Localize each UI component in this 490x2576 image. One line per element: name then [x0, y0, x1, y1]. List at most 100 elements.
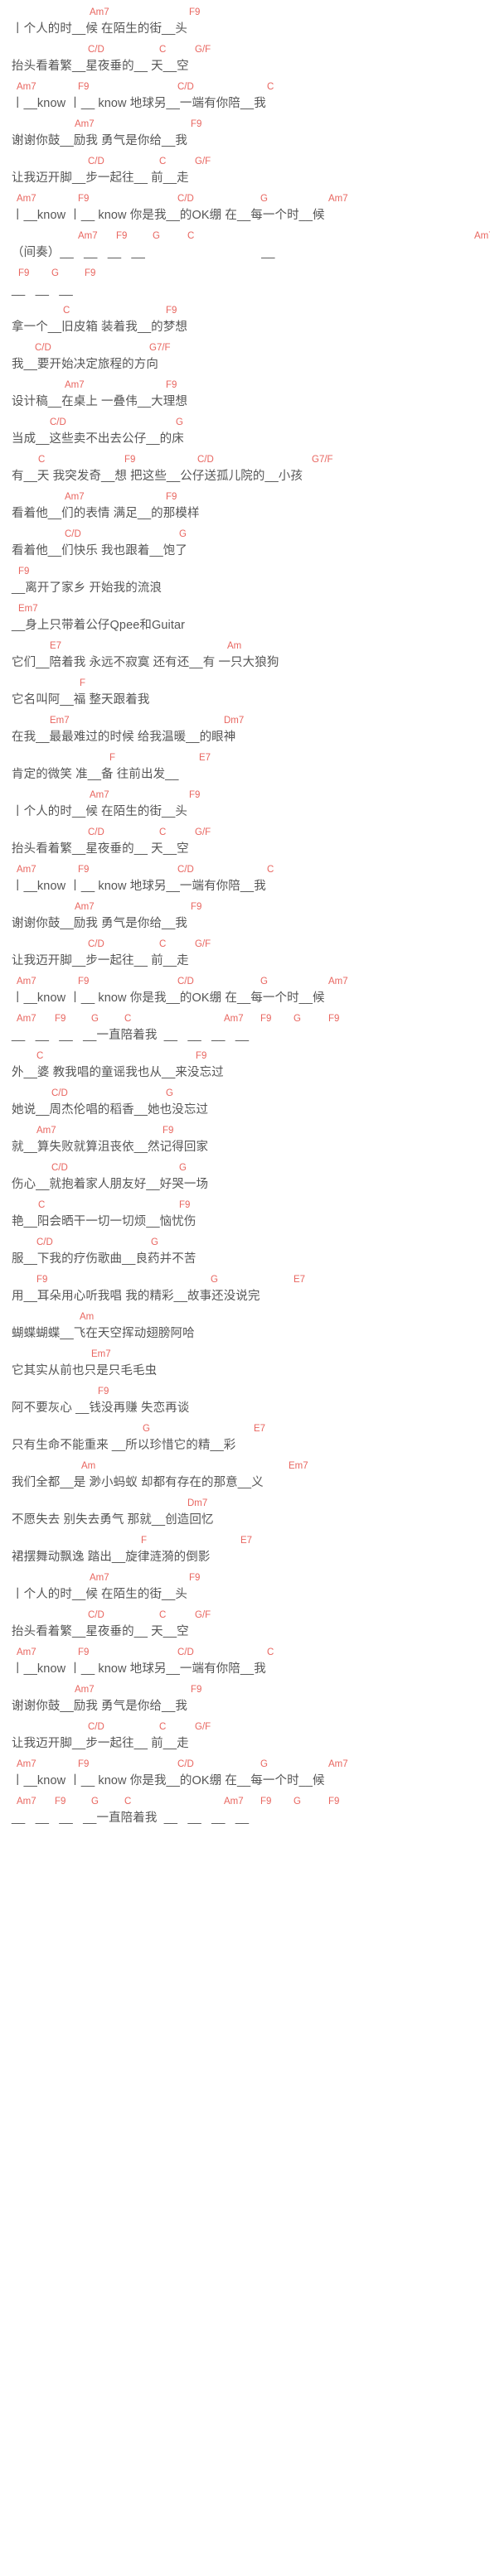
chord-row: C F9	[12, 1199, 490, 1213]
chord-row: Am7 F9 G C Am7 F9 G F9	[12, 1013, 490, 1027]
chord-label: C/D	[65, 529, 81, 539]
chord-label: F9	[166, 306, 177, 316]
chord-label: Am7	[328, 977, 348, 987]
lyric-row: 它们__陪着我 永远不寂寞 还有还__有 一只大狼狗	[12, 656, 279, 669]
chord-lyric-line: F9 G E7 用__耳朵用心听我唱 我的精彩__故事还没说完	[0, 1274, 490, 1311]
chord-label: C/D	[35, 343, 51, 353]
chord-lyric-line: Am 蝴蝶蝴蝶__飞在天空挥动翅膀阿哈	[0, 1311, 490, 1348]
chord-lyric-line: Am7 F9 G C Am7 F9 G F9 __ __ __ __一直陪着我 __ __ __…	[0, 1013, 490, 1050]
chord-row: C/D G	[12, 417, 490, 431]
lyric-row: 让我迈开脚__步一起往__ 前__走	[12, 1737, 189, 1750]
chord-label: G	[153, 231, 160, 241]
chord-row: C/D C G/F	[12, 156, 490, 170]
chord-label: C/D	[88, 827, 104, 837]
chord-label: F	[80, 678, 86, 688]
lyric-row: 让我迈开脚__步一起往__ 前__走	[12, 954, 189, 967]
chord-label: C/D	[177, 865, 194, 875]
chord-label: G	[294, 1014, 301, 1024]
chord-label: C/D	[177, 1759, 194, 1769]
lyric-row: 丨个人的时__候 在陌生的街__头	[12, 22, 187, 36]
chord-label: Am7	[224, 1014, 244, 1024]
lyric-row: 丨__know 丨__ know 地球另__一端有你陪__我	[12, 97, 266, 110]
chord-label: G	[294, 1797, 301, 1807]
chord-label: F9	[78, 977, 90, 987]
chord-label: Am7	[17, 194, 36, 204]
chord-label: Am7	[328, 1759, 348, 1769]
chord-label: Em7	[289, 1461, 308, 1471]
chord-label: Am7	[90, 7, 109, 17]
chord-row: F9 G F9	[12, 268, 490, 282]
lyric-row: 她说__周杰伦唱的稻香__她也没忘过	[12, 1103, 209, 1117]
chord-label: E7	[199, 753, 211, 763]
chord-label: Am7	[17, 865, 36, 875]
chord-lyric-line: Am7 F9 就__算失败就算沮丧依__然记得回家	[0, 1125, 490, 1162]
chord-lyric-line: Am7 F9 丨个人的时__候 在陌生的街__头	[0, 1572, 490, 1609]
chord-lyric-line: C/D C G/F 抬头看着繁__星夜垂的__ 天__空	[0, 1609, 490, 1647]
lyric-row: 抬头看着繁__星夜垂的__ 天__空	[12, 1625, 189, 1638]
chord-lyric-line: C/D C G/F 让我迈开脚__步一起往__ 前__走	[0, 938, 490, 976]
chord-label: F9	[124, 455, 136, 465]
chord-label: C/D	[88, 939, 104, 949]
chord-label: G	[91, 1797, 99, 1807]
lyric-row: 看着他__们快乐 我也跟着__饱了	[12, 544, 187, 557]
chord-lyric-line: Am7 F9 看着他__们的表情 满足__的那模样	[0, 491, 490, 528]
chord-row: Em7 Dm7	[12, 715, 490, 729]
chord-label: C	[38, 1200, 46, 1210]
chord-label: G	[166, 1088, 173, 1098]
chord-row: E7 Am	[12, 640, 490, 654]
chord-lyric-line: Am7 F9 丨个人的时__候 在陌生的街__头	[0, 789, 490, 827]
chord-row: Am7 F9	[12, 1684, 490, 1698]
chord-lyric-line: Em7 它其实从前也只是只毛毛虫	[0, 1348, 490, 1386]
chord-label: F9	[78, 865, 90, 875]
chord-label: Am7	[78, 231, 98, 241]
chord-row: Am Em7	[12, 1460, 490, 1474]
chord-label: E7	[254, 1424, 266, 1434]
lyric-row: 丨__know 丨__ know 你是我__的OK绷 在__每一个时__候	[12, 209, 325, 222]
lyric-row: 它名叫阿__福 整天跟着我	[12, 693, 150, 707]
chord-label: G	[143, 1424, 150, 1434]
chord-row: C F9	[12, 305, 490, 319]
chord-label: C/D	[177, 194, 194, 204]
chord-label: Em7	[91, 1349, 111, 1359]
chord-label: G	[211, 1275, 218, 1285]
chord-label: G/F	[195, 1610, 211, 1620]
chord-row: F	[12, 678, 490, 692]
lyric-row: 丨__know 丨__ know 地球另__一端有你陪__我	[12, 1662, 266, 1676]
chord-label: C/D	[88, 45, 104, 55]
chord-sheet: Am7 F9 丨个人的时__候 在陌生的街__头 C/D C G/F 抬头看着繁__星夜垂的…	[0, 0, 490, 1841]
chord-row: F E7	[12, 1535, 490, 1549]
chord-label: C	[267, 82, 274, 92]
chord-label: F9	[191, 119, 202, 129]
chord-label: G/F	[195, 1722, 211, 1732]
chord-label: Am7	[75, 902, 95, 912]
chord-label: C/D	[51, 1088, 68, 1098]
lyric-row: 蝴蝶蝴蝶__飞在天空挥动翅膀阿哈	[12, 1327, 195, 1340]
lyric-row: 丨__know 丨__ know 你是我__的OK绷 在__每一个时__候	[12, 1774, 325, 1787]
chord-lyric-line: Em7 __身上只带着公仔Qpee和Guitar	[0, 603, 490, 640]
chord-label: C	[124, 1014, 132, 1024]
chord-label: Am	[227, 641, 242, 651]
lyric-row: 它其实从前也只是只毛毛虫	[12, 1364, 158, 1377]
chord-row: Am7 F9 C/D G Am7	[12, 1758, 490, 1773]
chord-row: Dm7	[12, 1498, 490, 1512]
lyric-row: 谢谢你鼓__励我 勇气是你给__我	[12, 134, 187, 147]
chord-label: F9	[191, 1685, 202, 1695]
chord-label: Am7	[17, 1014, 36, 1024]
chord-row: Am7 F9	[12, 379, 490, 393]
chord-label: F9	[260, 1014, 272, 1024]
chord-row: C/D C G/F	[12, 938, 490, 953]
chord-row: Am7 F9 C/D G Am7	[12, 193, 490, 207]
chord-label: C/D	[88, 157, 104, 166]
chord-lyric-line: F 它名叫阿__福 整天跟着我	[0, 678, 490, 715]
chord-row: C/D G	[12, 1162, 490, 1176]
chord-lyric-line: Am7 F9 G C Am7 （间奏）__ __ __ __ __	[0, 230, 490, 268]
chord-label: F9	[166, 492, 177, 502]
chord-row: Am7 F9	[12, 491, 490, 505]
chord-row: F9 G E7	[12, 1274, 490, 1288]
lyric-row: 肯定的微笑 准__备 往前出发__	[12, 768, 179, 781]
lyric-row: 有__天 我突发奇__想 把这些__公仔送孤儿院的__小孩	[12, 470, 303, 483]
chord-lyric-line: Am7 F9 C/D G Am7 丨__know 丨__ know 你是我__的OK绷 在…	[0, 193, 490, 230]
chord-row: C/D G	[12, 528, 490, 543]
chord-label: F9	[191, 902, 202, 912]
chord-label: Am7	[65, 380, 85, 390]
